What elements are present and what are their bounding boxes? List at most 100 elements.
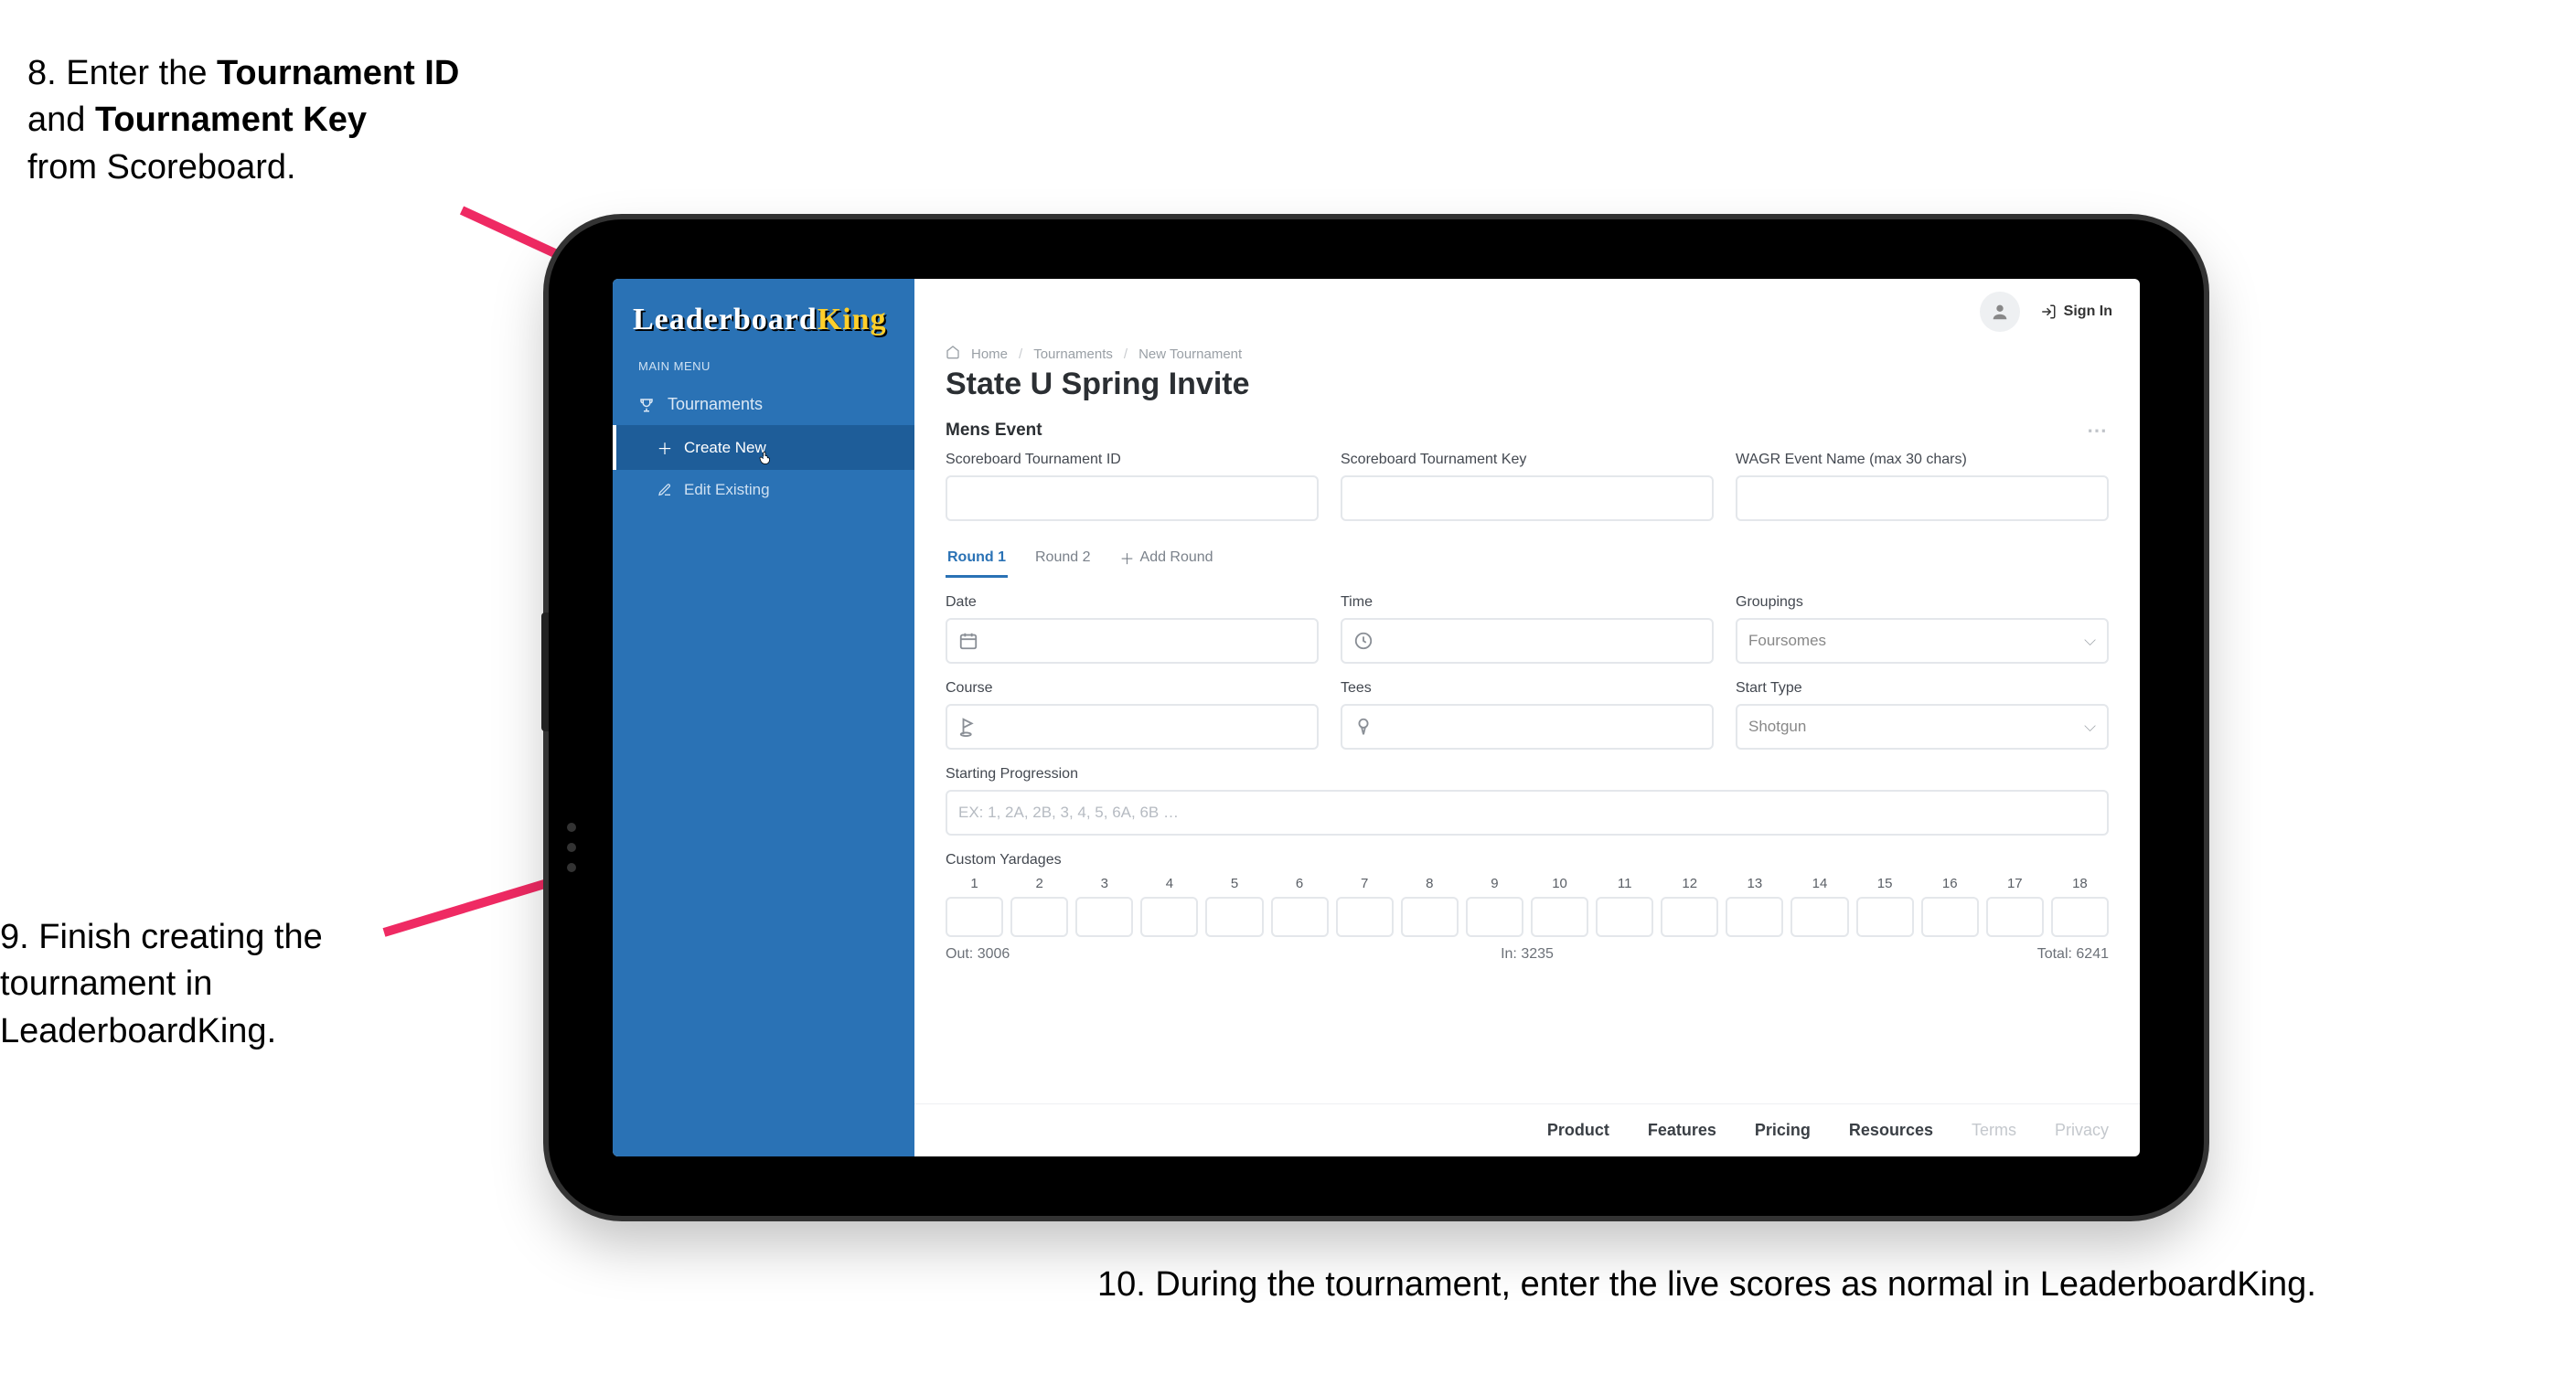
tab-round-1[interactable]: Round 1 [946, 540, 1008, 578]
input-course[interactable] [946, 704, 1319, 750]
flag-icon [958, 717, 978, 737]
yardage-input[interactable] [1790, 897, 1848, 937]
sign-in-label: Sign In [2064, 304, 2112, 320]
input-tees[interactable] [1341, 704, 1714, 750]
tab-add-round[interactable]: ＋ Add Round [1118, 538, 1215, 581]
yardage-input[interactable] [1271, 897, 1329, 937]
footer-resources[interactable]: Resources [1849, 1121, 1933, 1140]
input-wagr-name[interactable] [1736, 475, 2109, 521]
plus-icon: ＋ [1120, 547, 1135, 569]
callout-step-10: 10. During the tournament, enter the liv… [1097, 1262, 2378, 1308]
hole-number: 2 [1010, 876, 1068, 891]
breadcrumb-current: New Tournament [1138, 346, 1242, 362]
yardage-hole-numbers: 123456789101112131415161718 [946, 876, 2109, 891]
cursor-icon [757, 448, 887, 471]
hole-number: 17 [1986, 876, 2044, 891]
calendar-icon [958, 631, 978, 651]
hole-number: 4 [1140, 876, 1198, 891]
trophy-icon [638, 397, 655, 413]
tab-add-label: Add Round [1140, 549, 1213, 566]
select-start-type[interactable]: Shotgun ⌵ [1736, 704, 2109, 750]
yardage-input[interactable] [1140, 897, 1198, 937]
yardage-inputs-row [946, 897, 2109, 937]
sidebar-item-label: Tournaments [668, 395, 763, 414]
yardage-input[interactable] [946, 897, 1003, 937]
callout-step-8: 8. Enter the Tournament ID and Tournamen… [27, 50, 540, 191]
label-time: Time [1341, 594, 1714, 611]
plus-icon: ＋ [657, 436, 673, 459]
yardage-input[interactable] [1921, 897, 1979, 937]
round-tabs: Round 1 Round 2 ＋ Add Round [946, 538, 2109, 581]
chevron-down-icon: ⌵ [2084, 718, 2096, 736]
section-menu-button[interactable]: ⋯ [2087, 419, 2109, 442]
yardage-input[interactable] [1205, 897, 1263, 937]
yardage-input[interactable] [1075, 897, 1133, 937]
footer-product[interactable]: Product [1547, 1121, 1609, 1140]
hole-number: 3 [1075, 876, 1133, 891]
home-icon[interactable] [946, 345, 960, 363]
yardage-out: Out: 3006 [946, 946, 1333, 963]
yardage-input[interactable] [1531, 897, 1588, 937]
label-date: Date [946, 594, 1319, 611]
yardage-input[interactable] [1986, 897, 2044, 937]
field-scoreboard-id: Scoreboard Tournament ID [946, 452, 1319, 521]
yardage-input[interactable] [1856, 897, 1914, 937]
page-title: State U Spring Invite [946, 367, 2109, 402]
field-wagr-name: WAGR Event Name (max 30 chars) [1736, 452, 2109, 521]
field-scoreboard-key: Scoreboard Tournament Key [1341, 452, 1714, 521]
input-scoreboard-key[interactable] [1341, 475, 1714, 521]
label-start-type: Start Type [1736, 680, 2109, 697]
breadcrumb-tournaments[interactable]: Tournaments [1033, 346, 1113, 362]
yardage-input[interactable] [2051, 897, 2109, 937]
callout-step-9: 9. Finish creating the tournament in Lea… [0, 914, 393, 1055]
sidebar-item-tournaments[interactable]: Tournaments [613, 384, 914, 425]
yardage-input[interactable] [1010, 897, 1068, 937]
input-progression[interactable]: EX: 1, 2A, 2B, 3, 4, 5, 6A, 6B … [946, 790, 2109, 836]
footer-privacy[interactable]: Privacy [2055, 1121, 2109, 1140]
sidebar-sub-create-new[interactable]: ＋ Create New [613, 425, 914, 470]
hole-number: 9 [1466, 876, 1523, 891]
hole-number: 11 [1596, 876, 1653, 891]
chevron-down-icon: ⌵ [2084, 632, 2096, 650]
yardage-input[interactable] [1596, 897, 1653, 937]
progression-placeholder: EX: 1, 2A, 2B, 3, 4, 5, 6A, 6B … [958, 804, 1179, 822]
label-scoreboard-id: Scoreboard Tournament ID [946, 452, 1319, 468]
hole-number: 1 [946, 876, 1003, 891]
footer-pricing[interactable]: Pricing [1755, 1121, 1811, 1140]
hole-number: 14 [1790, 876, 1848, 891]
footer-terms[interactable]: Terms [1972, 1121, 2016, 1140]
main-panel: Sign In Home / Tournaments / New Tournam… [914, 279, 2140, 1156]
input-time[interactable] [1341, 618, 1714, 664]
select-groupings-value: Foursomes [1748, 632, 1826, 650]
breadcrumb: Home / Tournaments / New Tournament [946, 345, 2109, 363]
hole-number: 8 [1401, 876, 1459, 891]
hole-number: 12 [1661, 876, 1718, 891]
select-groupings[interactable]: Foursomes ⌵ [1736, 618, 2109, 664]
label-tees: Tees [1341, 680, 1714, 697]
edit-icon [657, 483, 673, 497]
sidebar-item-label: Edit Existing [684, 481, 770, 499]
user-icon [1990, 302, 2010, 322]
footer-links: Product Features Pricing Resources Terms… [914, 1103, 2140, 1156]
sign-in-button[interactable]: Sign In [2040, 304, 2112, 320]
topbar: Sign In [914, 279, 2140, 345]
yardage-input[interactable] [1726, 897, 1783, 937]
label-wagr-name: WAGR Event Name (max 30 chars) [1736, 452, 2109, 468]
tab-round-2[interactable]: Round 2 [1033, 540, 1093, 578]
footer-features[interactable]: Features [1648, 1121, 1716, 1140]
hole-number: 18 [2051, 876, 2109, 891]
avatar[interactable] [1980, 292, 2020, 332]
hole-number: 5 [1205, 876, 1263, 891]
yardage-input[interactable] [1661, 897, 1718, 937]
breadcrumb-home[interactable]: Home [971, 346, 1008, 362]
yardage-input[interactable] [1466, 897, 1523, 937]
input-date[interactable] [946, 618, 1319, 664]
yardage-input[interactable] [1336, 897, 1394, 937]
input-scoreboard-id[interactable] [946, 475, 1319, 521]
sidebar-sub-edit-existing[interactable]: Edit Existing [613, 470, 914, 510]
hole-number: 13 [1726, 876, 1783, 891]
yardage-input[interactable] [1401, 897, 1459, 937]
label-custom-yardages: Custom Yardages [946, 852, 2109, 868]
signin-arrow-icon [2040, 304, 2057, 320]
select-start-type-value: Shotgun [1748, 718, 1806, 736]
